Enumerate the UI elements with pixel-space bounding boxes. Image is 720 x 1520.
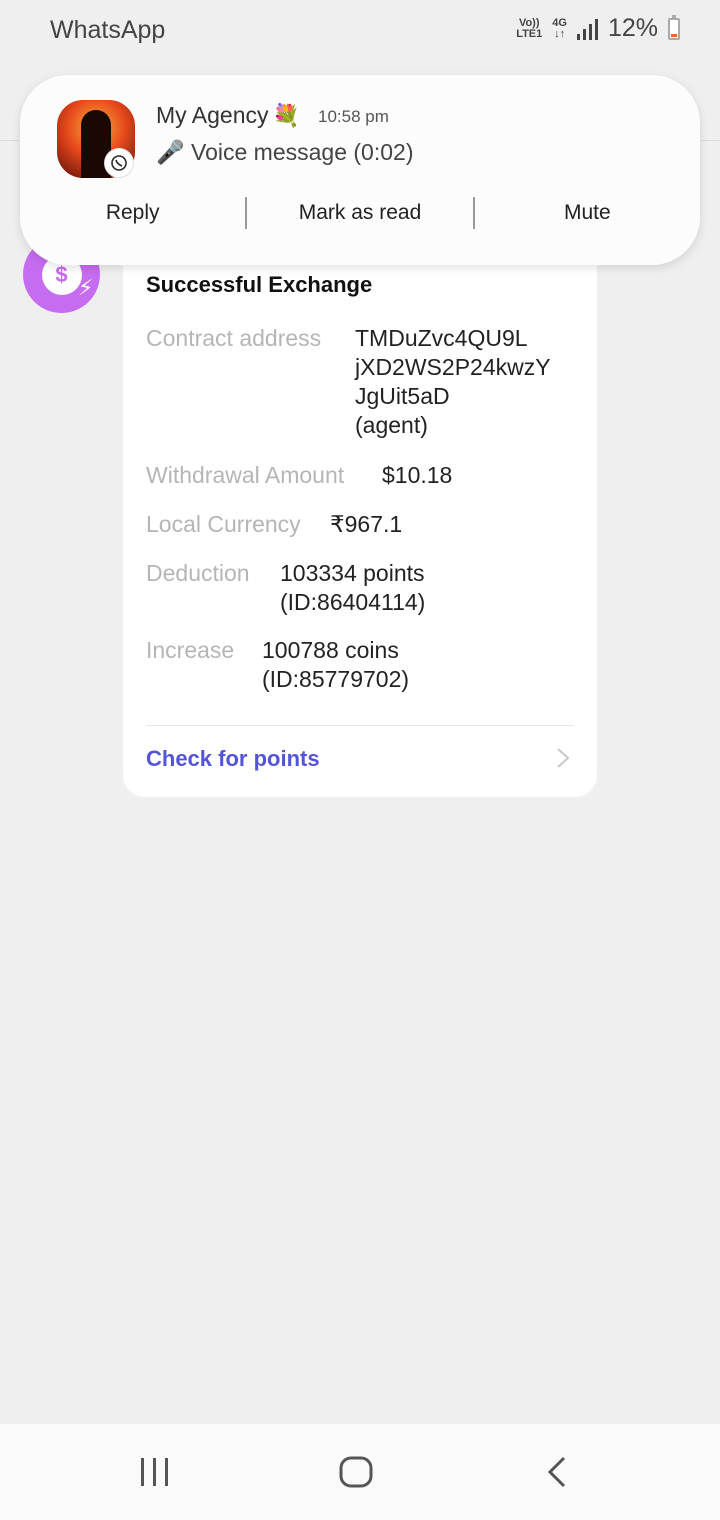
network-4g-icon: 4G ↓↑ <box>552 16 567 40</box>
notification-message: 🎤 Voice message (0:02) <box>156 139 414 165</box>
battery-percent: 12% <box>607 14 658 42</box>
dollar-symbol: $ <box>55 261 68 287</box>
reply-button[interactable]: Reply <box>20 195 245 231</box>
network-bottom: ↓↑ <box>554 27 566 40</box>
notification-actions: Reply Mark as read Mute <box>20 195 700 231</box>
card-divider <box>146 725 574 726</box>
row-contract-address: Contract address TMDuZvc4QU9L jXD2WS2P24… <box>146 324 551 440</box>
row-local-currency: Local Currency ₹967.1 <box>146 510 402 539</box>
flower-icon: 💐 <box>272 103 300 128</box>
row-label: Local Currency <box>146 511 301 537</box>
volte-bottom: LTE1 <box>516 27 543 40</box>
chevron-right-icon[interactable] <box>555 747 571 769</box>
row-label: Contract address <box>146 325 322 351</box>
exchange-card: Successful Exchange Contract address TMD… <box>123 200 597 797</box>
network-top: 4G <box>552 16 567 29</box>
whatsapp-icon <box>104 148 134 178</box>
battery-icon <box>668 14 680 40</box>
back-icon[interactable] <box>544 1454 570 1490</box>
row-label: Increase <box>146 637 235 663</box>
row-value: 103334 points (ID:86404114) <box>280 560 426 615</box>
row-value: 100788 coins (ID:85779702) <box>262 637 410 692</box>
notification-sender: My Agency 💐 <box>156 102 300 129</box>
volte-top: Vo)) <box>518 16 540 29</box>
bolt-icon: ⚡ <box>78 274 94 300</box>
navigation-bar <box>0 1424 720 1520</box>
notification-time: 10:58 pm <box>318 107 389 126</box>
signal-icon <box>576 18 598 40</box>
volte-icon: Vo)) LTE1 <box>516 16 543 40</box>
notification-popup[interactable]: My Agency 💐 10:58 pm 🎤 Voice message (0:0… <box>20 75 700 265</box>
status-app-name: WhatsApp <box>50 16 166 44</box>
row-increase: Increase 100788 coins (ID:85779702) <box>146 636 409 694</box>
row-value: $10.18 <box>382 462 453 488</box>
status-icons: Vo)) LTE1 4G ↓↑ 12% <box>516 14 680 43</box>
row-withdrawal-amount: Withdrawal Amount $10.18 <box>146 461 452 490</box>
home-icon[interactable] <box>338 1454 374 1490</box>
row-deduction: Deduction 103334 points (ID:86404114) <box>146 559 425 617</box>
sender-name: My Agency <box>156 102 269 128</box>
row-label: Deduction <box>146 560 250 586</box>
row-value[interactable]: TMDuZvc4QU9L jXD2WS2P24kwzY JgUit5aD (ag… <box>355 324 551 440</box>
row-label: Withdrawal Amount <box>146 462 345 488</box>
check-points-link[interactable]: Check for points <box>146 746 320 772</box>
mark-as-read-button[interactable]: Mark as read <box>247 195 472 231</box>
card-title: Successful Exchange <box>146 272 373 297</box>
recent-apps-icon[interactable] <box>138 1454 172 1490</box>
row-value: ₹967.1 <box>330 511 403 537</box>
mute-button[interactable]: Mute <box>475 195 700 231</box>
status-bar: WhatsApp Vo)) LTE1 4G ↓↑ 12% <box>0 0 720 62</box>
